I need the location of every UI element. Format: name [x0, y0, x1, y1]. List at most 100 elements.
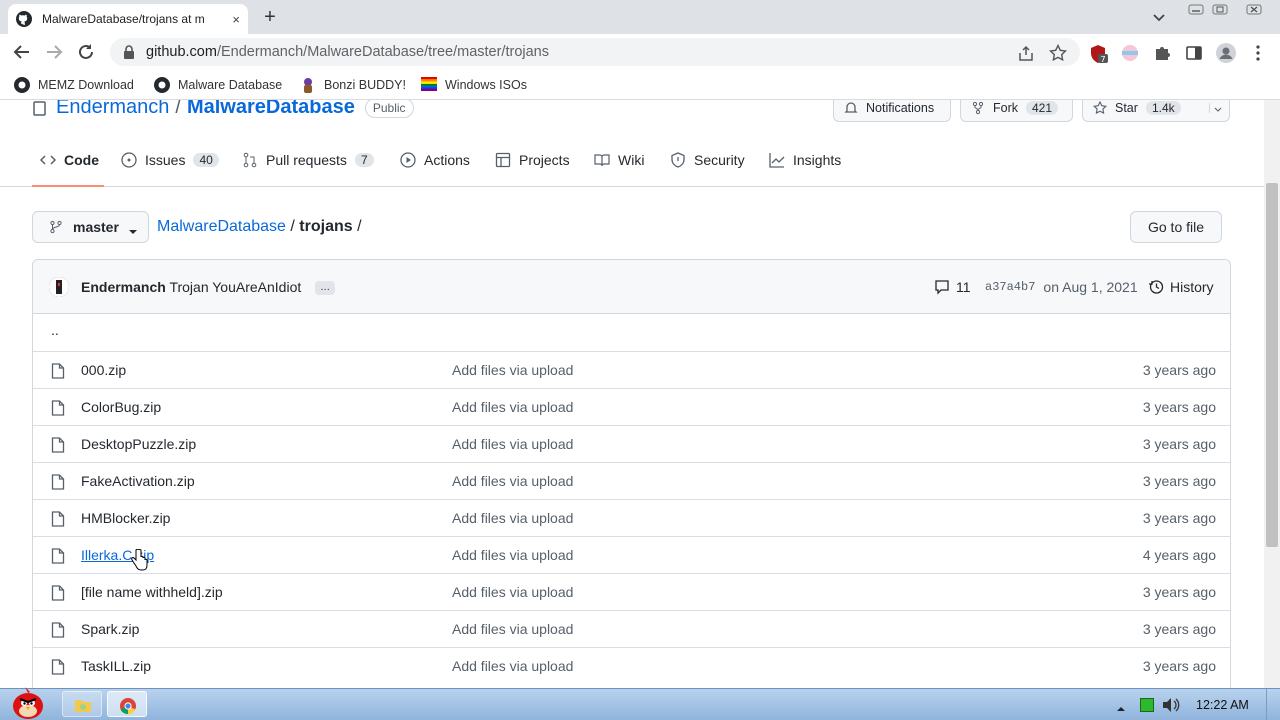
file-commit-message[interactable]: Add files via upload [452, 399, 573, 415]
star-dropdown-chevron-icon[interactable] [1209, 103, 1222, 113]
kebab-menu-icon[interactable] [1252, 44, 1270, 62]
new-tab-button[interactable]: + [258, 6, 282, 29]
tray-show-hidden-icon[interactable] [1116, 700, 1126, 711]
bookmark-malware-database[interactable]: Malware Database [154, 77, 282, 93]
table-row[interactable]: TaskILL.zip Add files via upload 3 years a… [33, 647, 1230, 684]
tab-wiki[interactable]: Wiki [594, 152, 644, 168]
lock-icon[interactable] [122, 45, 136, 59]
tab-issues[interactable]: Issues 40 [121, 152, 219, 168]
tab-label: Pull requests [266, 152, 347, 168]
commit-message[interactable]: Trojan YouAreAnIdiot [169, 279, 301, 295]
minimize-icon[interactable] [1188, 2, 1204, 19]
bookmark-bonzi-buddy[interactable]: Bonzi BUDDY! [300, 77, 406, 93]
taskbar-explorer-button[interactable] [62, 691, 102, 717]
history-link[interactable]: History [1148, 279, 1214, 295]
code-icon [39, 152, 57, 168]
forward-arrow-icon[interactable] [44, 43, 64, 61]
branch-name: master [73, 219, 119, 235]
commit-comments[interactable]: 11 [934, 279, 971, 295]
star-button[interactable]: Star 1.4k [1082, 100, 1230, 122]
tab-code[interactable]: Code [39, 152, 99, 168]
file-age: 3 years ago [1142, 658, 1216, 674]
breadcrumb-repo-link[interactable]: MalwareDatabase [157, 218, 286, 235]
extension-shield-icon[interactable]: 7 [1089, 44, 1108, 64]
share-icon[interactable] [1017, 44, 1035, 62]
file-name-link[interactable]: 000.zip [81, 362, 126, 378]
bookmark-star-icon[interactable] [1048, 43, 1068, 62]
tab-label: Code [64, 152, 99, 168]
parent-dir-row[interactable]: .. [33, 314, 1230, 351]
commit-expand-button[interactable]: … [315, 281, 336, 296]
table-row[interactable]: [file name withheld].zip Add files via up… [33, 573, 1230, 610]
bookmark-windows-isos[interactable]: Windows ISOs [421, 77, 527, 93]
table-row[interactable]: ColorBug.zip Add files via upload 3 years … [33, 388, 1230, 425]
extension-badge: 7 [1100, 55, 1105, 64]
table-row[interactable]: Illerka.C.zip Add files via upload 4 years… [33, 536, 1230, 573]
reload-icon[interactable] [76, 43, 96, 61]
file-name-link[interactable]: ColorBug.zip [81, 399, 161, 415]
browser-tab[interactable]: MalwareDatabase/trojans at m × [8, 4, 248, 34]
tab-count: 7 [354, 153, 374, 167]
back-arrow-icon[interactable] [12, 43, 32, 61]
file-name-link[interactable]: DesktopPuzzle.zip [81, 436, 196, 452]
file-commit-message[interactable]: Add files via upload [452, 658, 573, 674]
tab-actions[interactable]: Actions [400, 152, 470, 168]
taskbar-chrome-button[interactable] [107, 691, 147, 717]
show-desktop-button[interactable] [1266, 689, 1280, 720]
repo-owner-link[interactable]: Endermanch [56, 100, 169, 119]
file-commit-message[interactable]: Add files via upload [452, 621, 573, 637]
file-name-link[interactable]: [file name withheld].zip [81, 584, 223, 600]
branch-selector[interactable]: master [32, 211, 149, 243]
table-row[interactable]: DesktopPuzzle.zip Add files via upload 3 y… [33, 425, 1230, 462]
file-commit-message[interactable]: Add files via upload [452, 547, 573, 563]
avatar[interactable] [49, 277, 69, 297]
side-panel-icon[interactable] [1185, 44, 1203, 62]
tab-pull-requests[interactable]: Pull requests 7 [242, 152, 374, 168]
file-icon [51, 548, 65, 564]
start-button-bird-icon[interactable] [6, 684, 48, 720]
github-icon [154, 77, 170, 93]
table-row[interactable]: 000.zip Add files via upload 3 years ago [33, 351, 1230, 388]
go-to-file-button[interactable]: Go to file [1130, 211, 1222, 243]
tray-volume-icon[interactable] [1162, 697, 1180, 713]
extension-globe-icon[interactable] [1121, 44, 1139, 62]
puzzle-extensions-icon[interactable] [1153, 44, 1171, 62]
tray-network-icon[interactable] [1140, 698, 1154, 712]
file-name-link[interactable]: TaskILL.zip [81, 658, 151, 674]
file-name-link[interactable]: Spark.zip [81, 621, 139, 637]
table-row[interactable]: Spark.zip Add files via upload 3 years ago [33, 610, 1230, 647]
file-commit-message[interactable]: Add files via upload [452, 473, 573, 489]
close-window-icon[interactable] [1246, 2, 1262, 19]
bookmark-memz[interactable]: MEMZ Download [14, 77, 134, 93]
file-commit-message[interactable]: Add files via upload [452, 362, 573, 378]
address-bar[interactable]: github.com/Endermanch/MalwareDatabase/tr… [110, 38, 1080, 66]
scrollbar-thumb[interactable] [1266, 183, 1278, 547]
notifications-button[interactable]: Notifications [833, 100, 951, 122]
file-name-link[interactable]: FakeActivation.zip [81, 473, 195, 489]
table-row[interactable]: FakeActivation.zip Add files via upload 3 … [33, 462, 1230, 499]
maximize-icon[interactable] [1212, 2, 1228, 19]
file-commit-message[interactable]: Add files via upload [452, 510, 573, 526]
taskbar-clock[interactable]: 12:22 AM [1196, 698, 1249, 712]
tab-close-icon[interactable]: × [232, 12, 240, 27]
commit-sha[interactable]: a37a4b7 [985, 280, 1035, 294]
tab-insights[interactable]: Insights [769, 152, 841, 168]
fork-button[interactable]: Fork 421 [960, 100, 1073, 122]
table-row[interactable]: HMBlocker.zip Add files via upload 3 years… [33, 499, 1230, 536]
commit-author[interactable]: Endermanch [81, 279, 166, 295]
file-age: 3 years ago [1142, 436, 1216, 452]
play-circle-icon [400, 152, 416, 168]
bonzi-icon [300, 77, 316, 93]
tab-projects[interactable]: Projects [495, 152, 570, 168]
tab-label: Wiki [618, 152, 645, 168]
graph-icon [769, 152, 785, 168]
file-commit-message[interactable]: Add files via upload [452, 436, 573, 452]
repo-name-link[interactable]: MalwareDatabase [187, 100, 355, 119]
star-label: Star [1115, 101, 1138, 115]
profile-avatar-icon[interactable] [1216, 43, 1236, 63]
file-name-link[interactable]: HMBlocker.zip [81, 510, 170, 526]
tab-search-chevron-icon[interactable] [1152, 10, 1166, 27]
parent-dir-link[interactable]: .. [51, 322, 59, 338]
file-commit-message[interactable]: Add files via upload [452, 584, 573, 600]
tab-security[interactable]: Security [670, 152, 745, 168]
